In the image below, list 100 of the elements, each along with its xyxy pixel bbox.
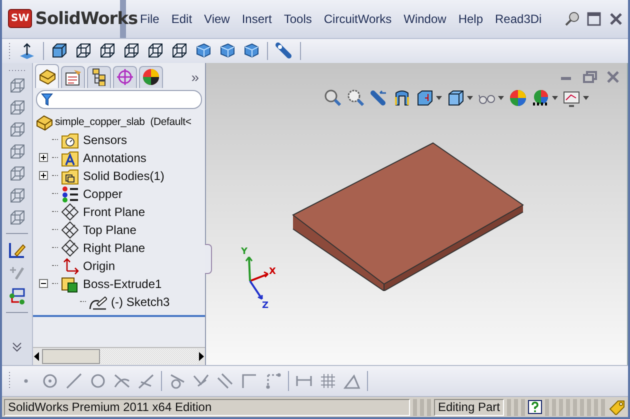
close-icon[interactable] [608, 10, 624, 27]
view-settings-icon[interactable] [563, 88, 581, 107]
cube-icon[interactable] [243, 42, 260, 60]
section-view-icon[interactable] [393, 88, 411, 107]
menu-item[interactable]: Read3Di [489, 10, 548, 28]
menu-item[interactable]: CircuitWorks [318, 10, 398, 28]
grip-icon [8, 42, 11, 60]
grid-icon[interactable] [319, 372, 337, 390]
caret-icon[interactable] [498, 96, 504, 100]
trim-icon[interactable] [113, 372, 131, 390]
tree-item-label[interactable]: Origin [82, 258, 116, 273]
part-icon [35, 112, 53, 131]
zoom-to-area-icon[interactable] [347, 88, 365, 107]
centerline-icon[interactable] [264, 372, 282, 390]
menu-item[interactable]: Insert [236, 10, 278, 28]
view-orientation-icon[interactable] [416, 88, 434, 107]
filter-icon [41, 92, 53, 106]
cube-icon[interactable] [51, 42, 68, 60]
x-axis-label: X [269, 266, 276, 277]
sketch-pencil-icon[interactable] [8, 240, 26, 259]
app-logo-text: SolidWorks [35, 8, 138, 29]
configurations-icon [90, 68, 108, 86]
menu-item[interactable]: Edit [165, 10, 198, 28]
tree-item-label[interactable]: Solid Bodies(1) [82, 168, 166, 183]
tree-item-label[interactable]: Sensors [82, 132, 128, 147]
cube-icon[interactable] [123, 42, 140, 60]
panel-tab[interactable] [139, 66, 163, 88]
z-axis-label: Z [262, 300, 269, 311]
horizontal-scrollbar[interactable] [33, 347, 205, 366]
line-icon[interactable] [65, 372, 83, 390]
tree-item-label[interactable]: Annotations [82, 150, 148, 165]
filter-field[interactable] [36, 90, 202, 109]
plane-icon [61, 238, 79, 257]
tree-item-label[interactable]: simple_copper_slab (Default< [54, 116, 192, 128]
slot-icon[interactable] [216, 372, 234, 390]
tree-item-label[interactable]: Front Plane [82, 204, 146, 219]
collapse-icon[interactable] [39, 279, 48, 288]
plane-icon [61, 220, 79, 239]
extrude-feature-icon [61, 274, 79, 293]
display-style-icon[interactable] [447, 88, 465, 107]
corner-icon[interactable] [240, 372, 258, 390]
panel-tab[interactable] [35, 64, 59, 88]
cube-icon[interactable] [99, 42, 116, 60]
expand-icon[interactable] [39, 153, 48, 162]
cube-icon[interactable] [195, 42, 212, 60]
help-icon[interactable] [528, 400, 542, 414]
menu-item[interactable]: View [198, 10, 236, 28]
close-icon[interactable] [607, 70, 619, 83]
restore-icon[interactable] [583, 70, 597, 83]
circle-icon[interactable] [41, 372, 59, 390]
tree-item-label[interactable]: Copper [82, 186, 124, 201]
tag-icon[interactable] [608, 399, 626, 415]
y-axis-label: Y [241, 246, 248, 257]
relations-icon[interactable] [8, 286, 26, 305]
tree-item-label[interactable]: (-) Sketch3 [110, 294, 171, 309]
caret-icon[interactable] [583, 96, 589, 100]
appearance-ball-icon [142, 68, 160, 86]
scene-icon[interactable] [532, 88, 550, 107]
menu-item[interactable]: Tools [278, 10, 318, 28]
sensor-folder-icon [61, 130, 79, 149]
panel-tab[interactable] [61, 66, 85, 88]
menu-item[interactable]: Help [452, 10, 490, 28]
maximize-icon[interactable] [586, 10, 602, 27]
tree-item-label[interactable]: Right Plane [82, 240, 146, 255]
menu-item[interactable]: Window [398, 10, 452, 28]
grip-icon [9, 68, 25, 72]
plane-icon [61, 202, 79, 221]
offset-icon[interactable] [168, 372, 186, 390]
caret-icon[interactable] [552, 96, 558, 100]
appearance-sphere-icon[interactable] [509, 88, 527, 107]
angle-icon[interactable] [343, 372, 361, 390]
cube-icon[interactable] [171, 42, 188, 60]
panel-tab[interactable] [87, 66, 111, 88]
more-tabs-chevron[interactable]: » [187, 68, 203, 88]
tree-item-label[interactable]: Top Plane [82, 222, 138, 237]
zoom-to-fit-icon[interactable] [324, 88, 342, 107]
status-panel [507, 398, 525, 416]
logo-badge: SW [8, 9, 32, 28]
origin-icon [61, 256, 79, 275]
extend-icon[interactable] [137, 372, 155, 390]
tree-item-label[interactable]: Boss-Extrude1 [82, 276, 163, 291]
previous-view-icon[interactable] [370, 88, 388, 107]
caret-icon[interactable] [436, 96, 442, 100]
feature-tree-icon [38, 67, 56, 86]
cube-icon[interactable] [75, 42, 92, 60]
double-chevron-down-icon[interactable] [12, 342, 22, 352]
target-icon [116, 68, 134, 86]
annotation-folder-icon [61, 148, 79, 167]
polygon-icon[interactable] [89, 372, 107, 390]
panel-collapse-handle[interactable] [205, 244, 212, 274]
property-sheet-icon [64, 68, 82, 86]
cube-icon[interactable] [219, 42, 236, 60]
normal-to-icon[interactable] [18, 42, 36, 60]
expand-icon[interactable] [39, 171, 48, 180]
status-mode-text: Editing Part [434, 398, 504, 416]
solid-bodies-folder-icon [61, 166, 79, 185]
cube-icon[interactable] [147, 42, 164, 60]
status-edition-text: SolidWorks Premium 2011 x64 Edition [4, 398, 410, 416]
status-panel [545, 398, 605, 416]
caret-icon[interactable] [467, 96, 473, 100]
